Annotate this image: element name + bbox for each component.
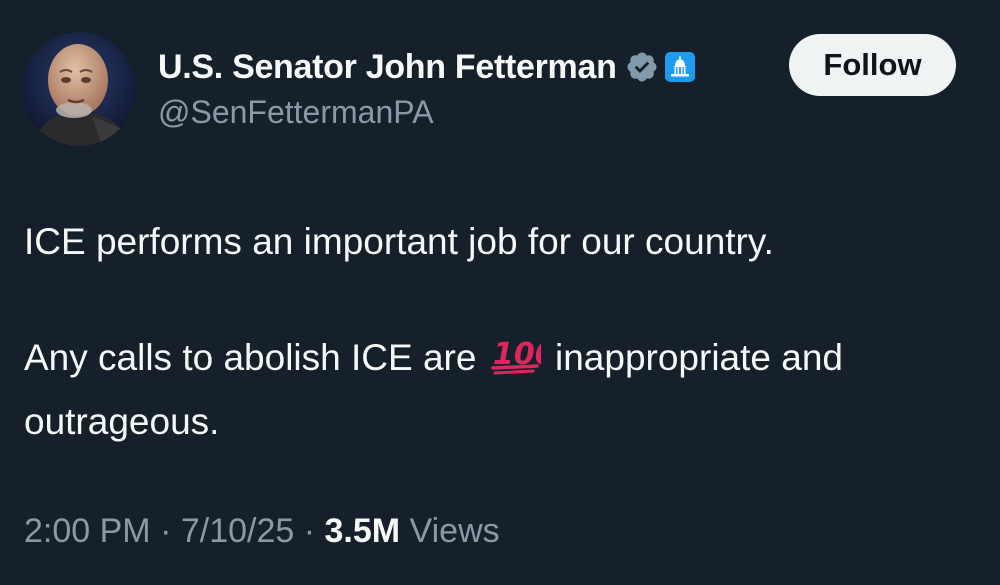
meta-separator: ·: [150, 512, 181, 550]
tweet-text-before-emoji: Any calls to abolish ICE are: [24, 337, 477, 378]
tweet-body: ICE performs an important job for our co…: [24, 213, 984, 451]
meta-separator: ·: [294, 512, 325, 550]
tweet-card: U.S. Senator John Fetterman @SenFetterma…: [0, 0, 1000, 585]
author-name-row: U.S. Senator John Fetterman: [158, 43, 695, 91]
views-count[interactable]: 3.5M: [325, 512, 401, 550]
tweet-text-line-2: Any calls to abolish ICE are 100 inappro…: [24, 329, 984, 451]
author-handle[interactable]: @SenFettermanPA: [158, 94, 434, 131]
views-label: Views: [400, 512, 500, 550]
capitol-dome-icon[interactable]: [664, 52, 695, 82]
hundred-points-icon: 100: [490, 335, 555, 393]
tweet-time[interactable]: 2:00 PM: [24, 512, 151, 550]
author-avatar[interactable]: [22, 32, 136, 146]
tweet-date[interactable]: 7/10/25: [181, 512, 294, 550]
author-display-name[interactable]: U.S. Senator John Fetterman: [158, 48, 617, 87]
tweet-text-line-1: ICE performs an important job for our co…: [24, 221, 774, 262]
tweet-meta: 2:00 PM · 7/10/25 · 3.5M Views: [24, 512, 500, 551]
follow-button[interactable]: Follow: [789, 34, 956, 96]
verified-badge-icon[interactable]: [625, 50, 659, 84]
avatar-photo: [22, 32, 136, 146]
